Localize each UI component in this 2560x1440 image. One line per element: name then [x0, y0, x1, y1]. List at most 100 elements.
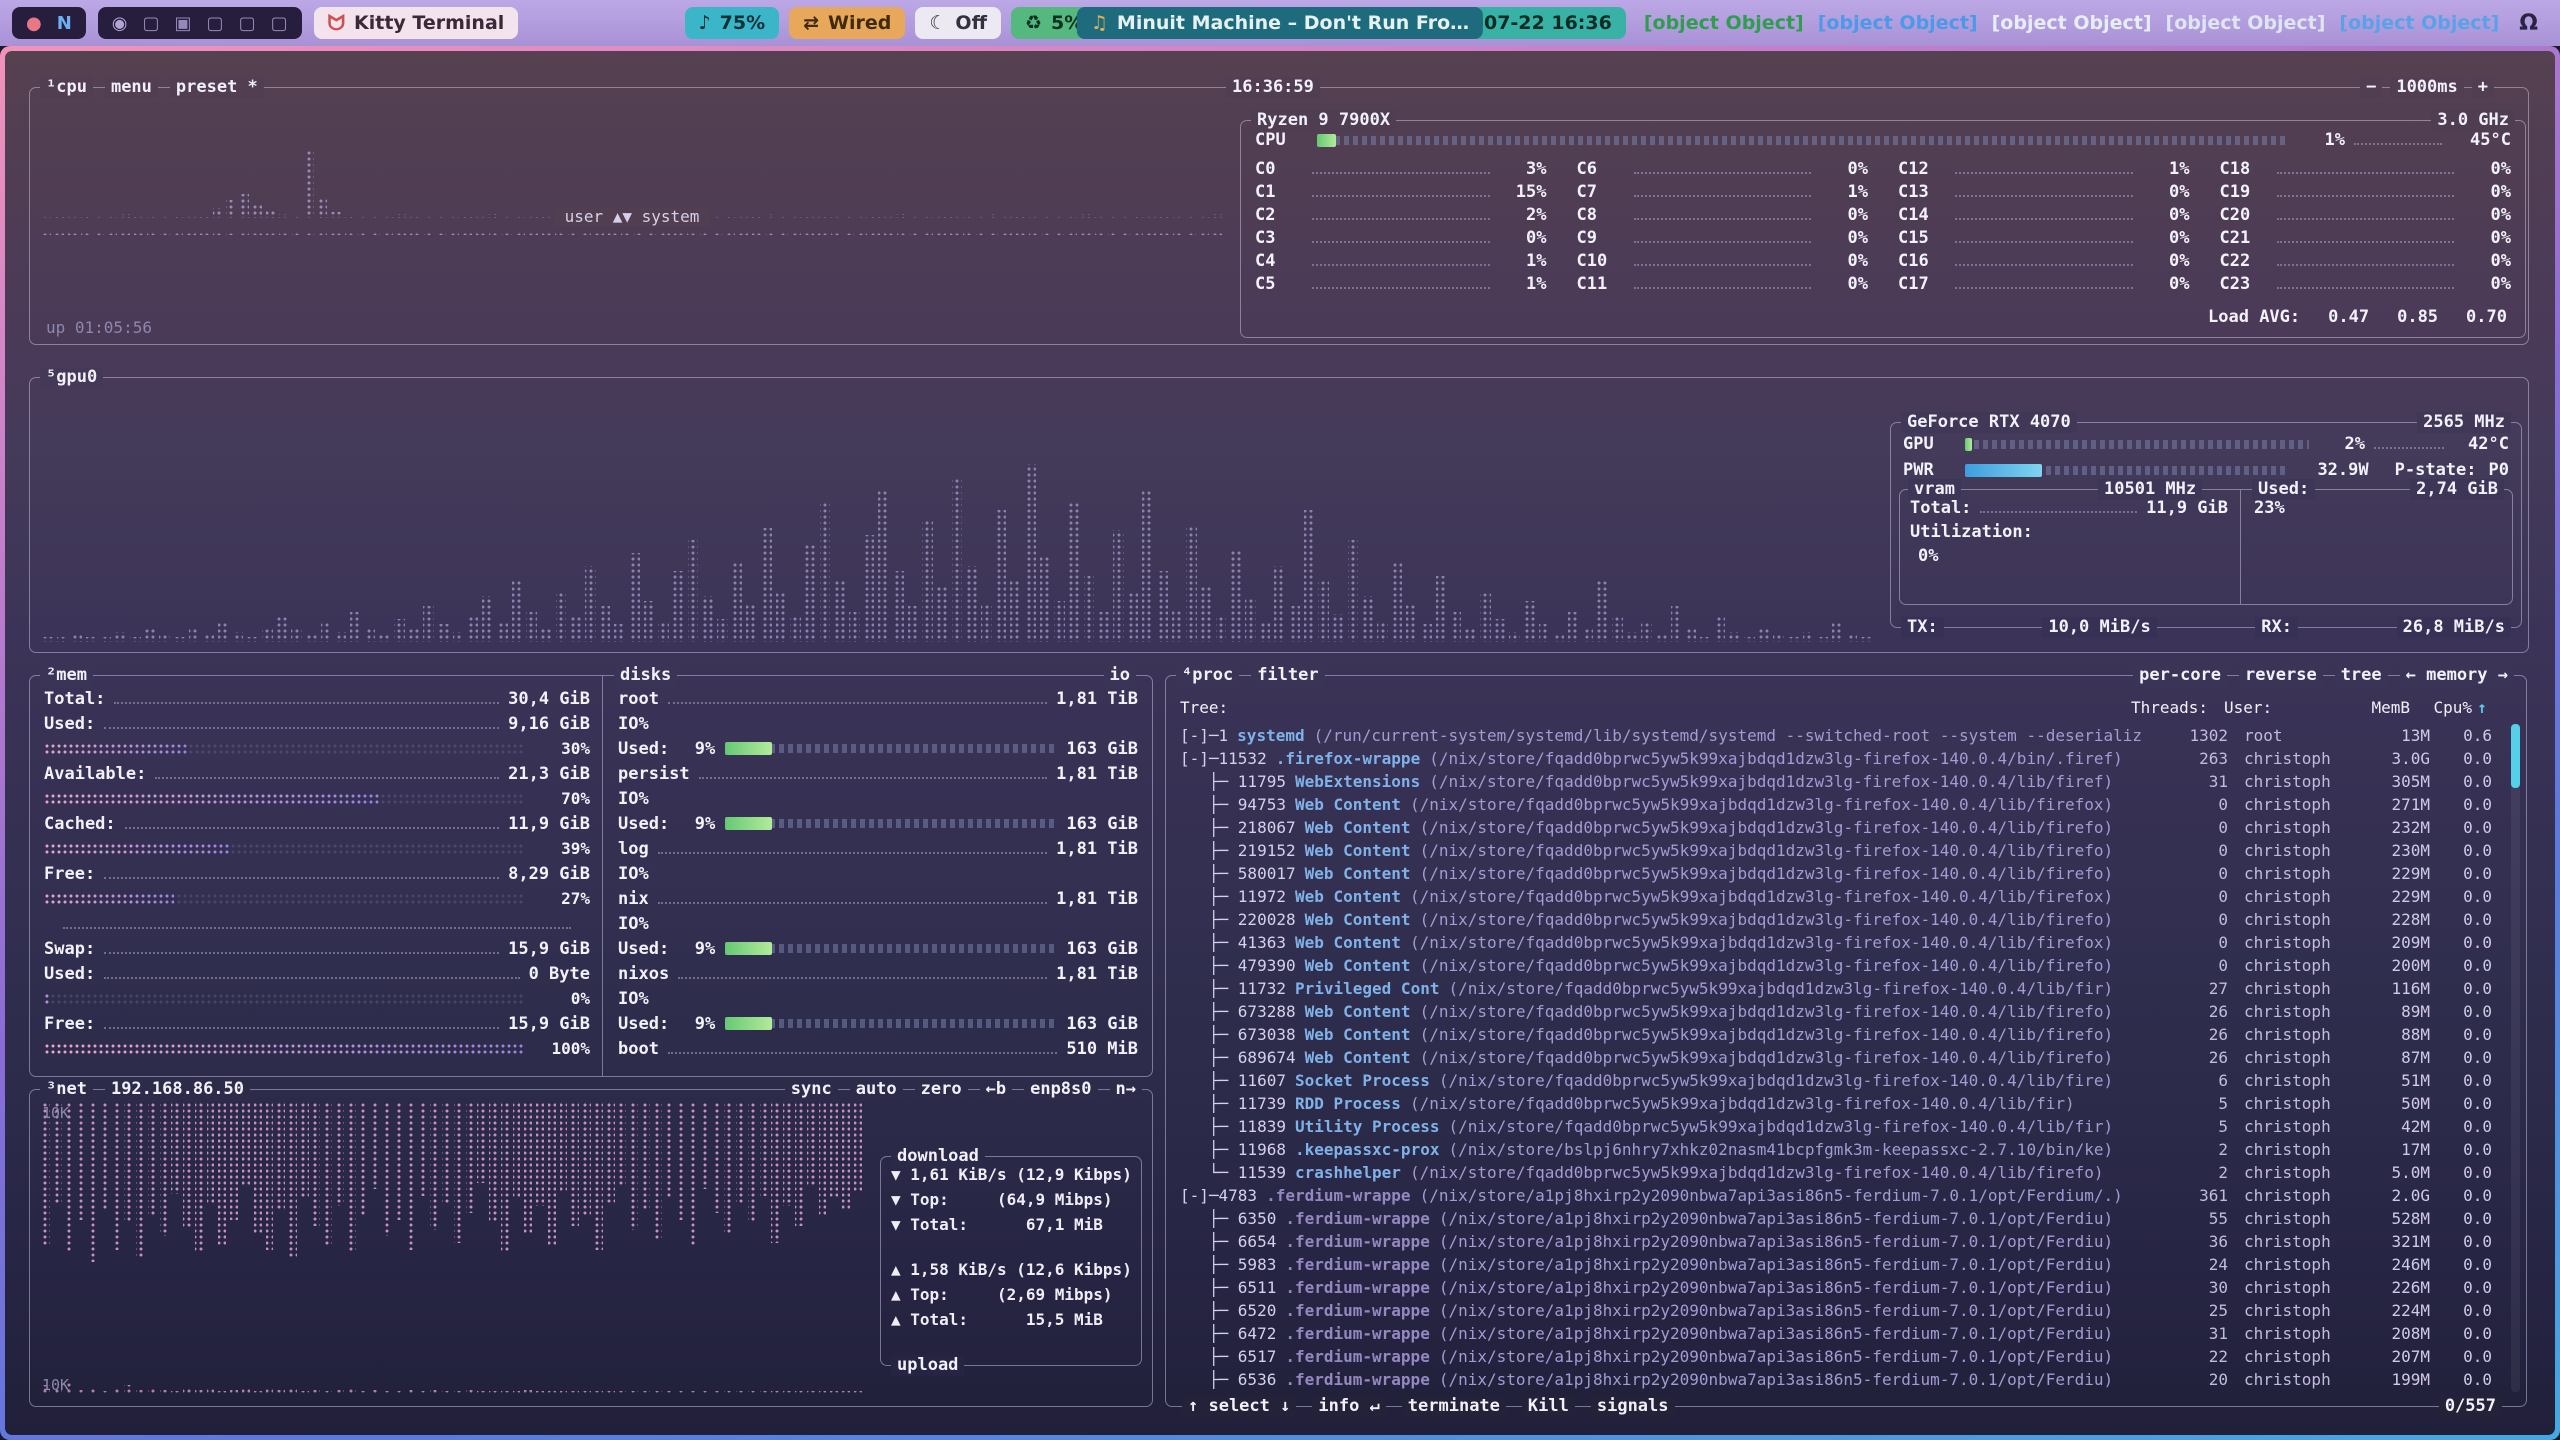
workspace-icon[interactable]: N [57, 13, 72, 34]
process-cpu: 0.0 [2430, 910, 2492, 929]
process-row[interactable]: ├─ 219152Web Content(/nix/store/fqadd0bp… [1180, 839, 2492, 862]
process-row[interactable]: ├─ 11968.keepassxc-prox(/nix/store/bslpj… [1180, 1138, 2492, 1161]
workspace-group-1[interactable]: ●N [12, 7, 86, 39]
process-row[interactable]: ├─ 6520.ferdium-wrappe(/nix/store/a1pj8h… [1180, 1299, 2492, 1322]
process-row[interactable]: [-]─4783.ferdium-wrappe(/nix/store/a1pj8… [1180, 1184, 2492, 1207]
scrollbar-thumb[interactable] [2511, 724, 2520, 788]
active-window-module[interactable]: ᗢ Kitty Terminal [314, 7, 519, 39]
notification-bell-icon[interactable]: Ω [2517, 11, 2548, 36]
process-row[interactable]: ├─ 6654.ferdium-wrappe(/nix/store/a1pj8h… [1180, 1230, 2492, 1253]
column-user[interactable]: User: [2208, 698, 2330, 717]
net-box-toggle[interactable]: ³net [40, 1079, 93, 1100]
process-cpu: 0.0 [2430, 1255, 2492, 1274]
disk-used-value: 163 GiB [1066, 1014, 1138, 1034]
sort-direction-arrow[interactable]: ↑ [2472, 698, 2492, 717]
process-row[interactable]: ├─ 673038Web Content(/nix/store/fqadd0bp… [1180, 1023, 2492, 1046]
process-row[interactable]: ├─ 11795WebExtensions(/nix/store/fqadd0b… [1180, 770, 2492, 793]
tray-icon[interactable]: [object Object] [1992, 12, 2152, 34]
process-row[interactable]: ├─ 218067Web Content(/nix/store/fqadd0bp… [1180, 816, 2492, 839]
column-tree[interactable]: Tree: [1180, 698, 2124, 717]
process-row[interactable]: ├─ 580017Web Content(/nix/store/fqadd0bp… [1180, 862, 2492, 885]
process-row[interactable]: ├─ 94753Web Content(/nix/store/fqadd0bpr… [1180, 793, 2492, 816]
process-tree-prefix: ├─ 218067 [1180, 818, 1296, 837]
process-user: christoph [2228, 1255, 2350, 1274]
tray-icon[interactable]: [object Object] [2166, 12, 2326, 34]
process-threads: 31 [2144, 772, 2228, 791]
cpu-box-toggle[interactable]: ¹cpu [40, 77, 93, 98]
net-iface-next-button[interactable]: n→ [1110, 1079, 1142, 1100]
clock: 16:36:59 [1226, 77, 1320, 98]
tray-icon[interactable]: [object Object] [1818, 12, 1978, 34]
process-row[interactable]: ├─ 220028Web Content(/nix/store/fqadd0bp… [1180, 908, 2492, 931]
process-row[interactable]: ├─ 6511.ferdium-wrappe(/nix/store/a1pj8h… [1180, 1276, 2492, 1299]
proc-box-toggle[interactable]: ⁴proc [1176, 665, 1239, 686]
workspace-icon[interactable]: ▢ [239, 13, 256, 34]
process-row[interactable]: [-]─1systemd(/run/current-system/systemd… [1180, 724, 2492, 747]
process-row[interactable]: ├─ 41363Web Content(/nix/store/fqadd0bpr… [1180, 931, 2492, 954]
net-iface-prev-button[interactable]: ←b [980, 1079, 1012, 1100]
column-memory[interactable]: MemB [2330, 698, 2410, 717]
terminate-button[interactable]: terminate [1402, 1396, 1506, 1417]
process-scrollbar[interactable] [2511, 724, 2520, 1392]
tray-icon[interactable]: [object Object] [2339, 12, 2499, 34]
process-name: .ferdium-wrappe [1285, 1301, 1430, 1320]
info-button[interactable]: info ↵ [1312, 1396, 1385, 1417]
gpu-box-toggle[interactable]: ⁵gpu0 [40, 367, 103, 388]
workspace-icon[interactable]: ● [26, 13, 42, 34]
process-row[interactable]: └─ 11539crashhelper(/nix/store/fqadd0bpr… [1180, 1161, 2492, 1184]
proc-sort-selector[interactable]: ← memory → [2400, 665, 2514, 686]
interval-plus-button[interactable]: + [2472, 77, 2494, 98]
column-threads[interactable]: Threads: [2124, 698, 2208, 717]
workspace-icon[interactable]: ◉ [112, 13, 128, 34]
net-auto-toggle[interactable]: auto [850, 1079, 903, 1100]
net-zero-toggle[interactable]: zero [915, 1079, 968, 1100]
process-table-header: Tree: Threads: User: MemB Cpu% ↑ [1180, 698, 2492, 717]
process-row[interactable]: ├─ 479390Web Content(/nix/store/fqadd0bp… [1180, 954, 2492, 977]
process-row[interactable]: ├─ 6536.ferdium-wrappe(/nix/store/a1pj8h… [1180, 1368, 2492, 1391]
status-module[interactable]: ⇄ Wired [789, 7, 905, 39]
menu-button[interactable]: menu [105, 77, 158, 98]
process-row[interactable]: ├─ 673288Web Content(/nix/store/fqadd0bp… [1180, 1000, 2492, 1023]
workspace-icon[interactable]: ▢ [271, 13, 288, 34]
media-player-module[interactable]: ♫ Minuit Machine – Don't Run Fro… [1077, 7, 1483, 39]
net-sync-toggle[interactable]: sync [785, 1079, 838, 1100]
disk-size: 1,81 TiB [1056, 964, 1138, 984]
proc-filter-button[interactable]: filter [1251, 665, 1324, 686]
process-row[interactable]: ├─ 6517.ferdium-wrappe(/nix/store/a1pj8h… [1180, 1345, 2492, 1368]
process-row[interactable]: [-]─11532.firefox-wrappe(/nix/store/fqad… [1180, 747, 2492, 770]
cpu-temperature: 45°C [2451, 130, 2511, 150]
column-cpu[interactable]: Cpu% [2410, 698, 2472, 717]
disk-io-label: IO% [618, 864, 649, 884]
process-row[interactable]: ├─ 11607Socket Process(/nix/store/fqadd0… [1180, 1069, 2492, 1092]
signals-button[interactable]: signals [1591, 1396, 1675, 1417]
mem-box-toggle[interactable]: ²mem [40, 665, 93, 686]
disks-box-toggle[interactable]: disks [614, 665, 677, 686]
process-row[interactable]: ├─ 11839Utility Process(/nix/store/fqadd… [1180, 1115, 2492, 1138]
workspace-group-2[interactable]: ◉ ▢ ▣ ▢ ▢ ▢ [98, 7, 302, 39]
process-row[interactable]: ├─ 11972Web Content(/nix/store/fqadd0bpr… [1180, 885, 2492, 908]
process-row[interactable]: ├─ 6472.ferdium-wrappe(/nix/store/a1pj8h… [1180, 1322, 2492, 1345]
disks-io-toggle[interactable]: io [1104, 665, 1136, 686]
process-row[interactable]: ├─ 11739RDD Process(/nix/store/fqadd0bpr… [1180, 1092, 2492, 1115]
workspace-icon[interactable]: ▣ [175, 13, 192, 34]
proc-tree-toggle[interactable]: tree [2335, 665, 2388, 686]
process-row[interactable]: ├─ 5983.ferdium-wrappe(/nix/store/a1pj8h… [1180, 1253, 2492, 1276]
status-module[interactable]: ☾ Off [915, 7, 1001, 39]
workspace-icon[interactable]: ▢ [143, 13, 160, 34]
interval-minus-button[interactable]: − [2360, 77, 2382, 98]
process-threads: 2 [2144, 1163, 2228, 1182]
process-row[interactable]: ├─ 689674Web Content(/nix/store/fqadd0bp… [1180, 1046, 2492, 1069]
proc-reverse-toggle[interactable]: reverse [2239, 665, 2323, 686]
proc-percore-toggle[interactable]: per-core [2133, 665, 2227, 686]
kill-button[interactable]: Kill [1522, 1396, 1575, 1417]
process-memory: 3.0G [2350, 749, 2430, 768]
process-row[interactable]: ├─ 11732Privileged Cont(/nix/store/fqadd… [1180, 977, 2492, 1000]
process-command-cell: ├─ 6536.ferdium-wrappe(/nix/store/a1pj8h… [1180, 1370, 2144, 1389]
process-row[interactable]: ├─ 6350.ferdium-wrappe(/nix/store/a1pj8h… [1180, 1207, 2492, 1230]
select-buttons[interactable]: ↑ select ↓ [1182, 1396, 1296, 1417]
workspace-icon[interactable]: ▢ [207, 13, 224, 34]
preset-button[interactable]: preset * [170, 77, 264, 98]
mem-stat-meter-row: 100% [44, 1036, 590, 1061]
status-module[interactable]: ♪ 75% [685, 7, 780, 39]
tray-icon[interactable]: [object Object] [1644, 12, 1804, 34]
